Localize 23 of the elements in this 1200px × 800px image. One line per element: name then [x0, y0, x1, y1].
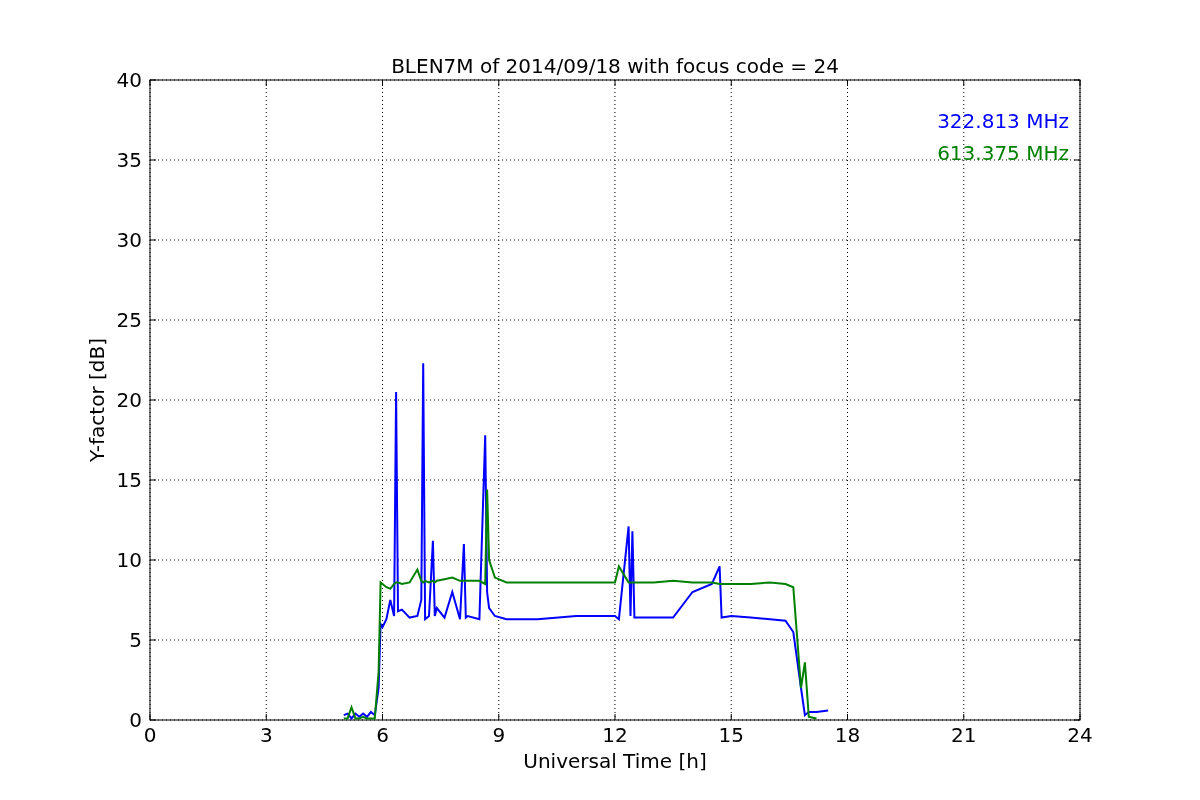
x-tick-label: 18: [834, 723, 861, 747]
y-tick-label: 10: [116, 548, 142, 572]
x-tick-label: 9: [492, 723, 506, 747]
x-tick-label: 15: [718, 723, 744, 747]
x-tick-label: 24: [1067, 723, 1093, 747]
y-tick-label: 35: [116, 148, 142, 172]
y-tick-label: 25: [116, 308, 142, 332]
y-tick-label: 5: [129, 628, 142, 652]
y-tick-label: 40: [116, 68, 142, 92]
legend-label: 613.375 MHz: [937, 141, 1069, 165]
y-tick-label: 15: [116, 468, 142, 492]
y-axis-label: Y-factor [dB]: [85, 338, 109, 462]
x-tick-label: 3: [259, 723, 273, 747]
legend-label: 322.813 MHz: [937, 109, 1069, 133]
x-tick-label: 12: [602, 723, 628, 747]
x-tick-label: 21: [951, 723, 977, 747]
x-tick-label: 6: [376, 723, 389, 747]
y-tick-label: 30: [116, 228, 142, 252]
chart-title: BLEN7M of 2014/09/18 with focus code = 24: [391, 54, 839, 78]
x-axis-label: Universal Time [h]: [523, 749, 707, 773]
y-tick-label: 0: [129, 708, 142, 732]
x-tick-label: 0: [143, 723, 157, 747]
y-tick-label: 20: [116, 388, 142, 412]
